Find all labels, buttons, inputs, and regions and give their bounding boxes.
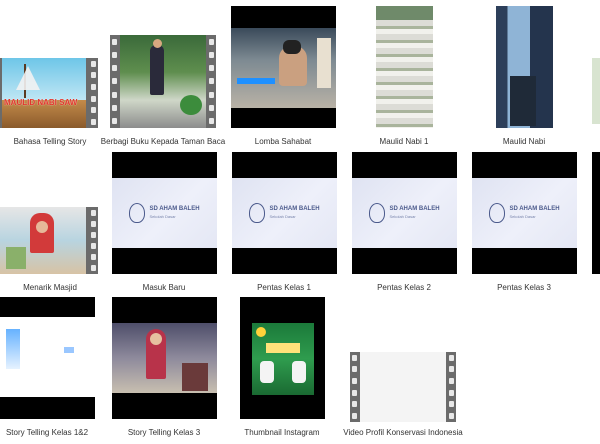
video-thumbnail xyxy=(592,152,600,274)
thumb-title-text: MAULID NABI SAW xyxy=(4,98,78,107)
school-logo-icon xyxy=(129,203,146,223)
video-thumbnail xyxy=(350,352,456,422)
video-thumbnail: SD AHAM BALEH Sekolah Dasar xyxy=(472,152,577,274)
logo-text: SD AHAM BALEH xyxy=(509,205,560,212)
school-logo-icon xyxy=(489,203,506,223)
school-logo-icon xyxy=(369,203,386,223)
logo-subtext: Sekolah Dasar xyxy=(149,213,176,219)
logo-text: SD AHAM BALEH xyxy=(269,205,320,212)
logo-text: SD AHAM BALEH xyxy=(149,205,200,212)
video-thumbnail xyxy=(0,297,95,419)
logo-subtext: Sekolah Dasar xyxy=(389,213,416,219)
video-thumbnail xyxy=(376,6,433,128)
logo-subtext: Sekolah Dasar xyxy=(269,213,296,219)
school-logo-icon xyxy=(249,203,266,223)
video-thumbnail xyxy=(0,207,98,274)
video-thumbnail: SD AHAM BALEH Sekolah Dasar xyxy=(232,152,337,274)
file-label: Maulid Nabi xyxy=(502,137,546,146)
file-label: Pentas Kelas 3 xyxy=(497,283,551,292)
video-thumbnail xyxy=(496,6,553,128)
video-thumbnail xyxy=(112,297,217,419)
file-label: Video Profil Konservasi Indonesia xyxy=(343,428,463,437)
image-thumbnail xyxy=(240,297,325,419)
video-thumbnail xyxy=(231,6,336,128)
video-thumbnail: SD AHAM BALEH Sekolah Dasar xyxy=(112,152,217,274)
logo-text: SD AHAM BALEH xyxy=(389,205,440,212)
logo-subtext: Sekolah Dasar xyxy=(509,213,536,219)
video-thumbnail: SD AHAM BALEH Sekolah Dasar xyxy=(352,152,457,274)
video-thumbnail: MAULID NABI SAW xyxy=(0,58,98,128)
video-thumbnail xyxy=(110,35,216,128)
video-thumbnail xyxy=(592,58,600,124)
